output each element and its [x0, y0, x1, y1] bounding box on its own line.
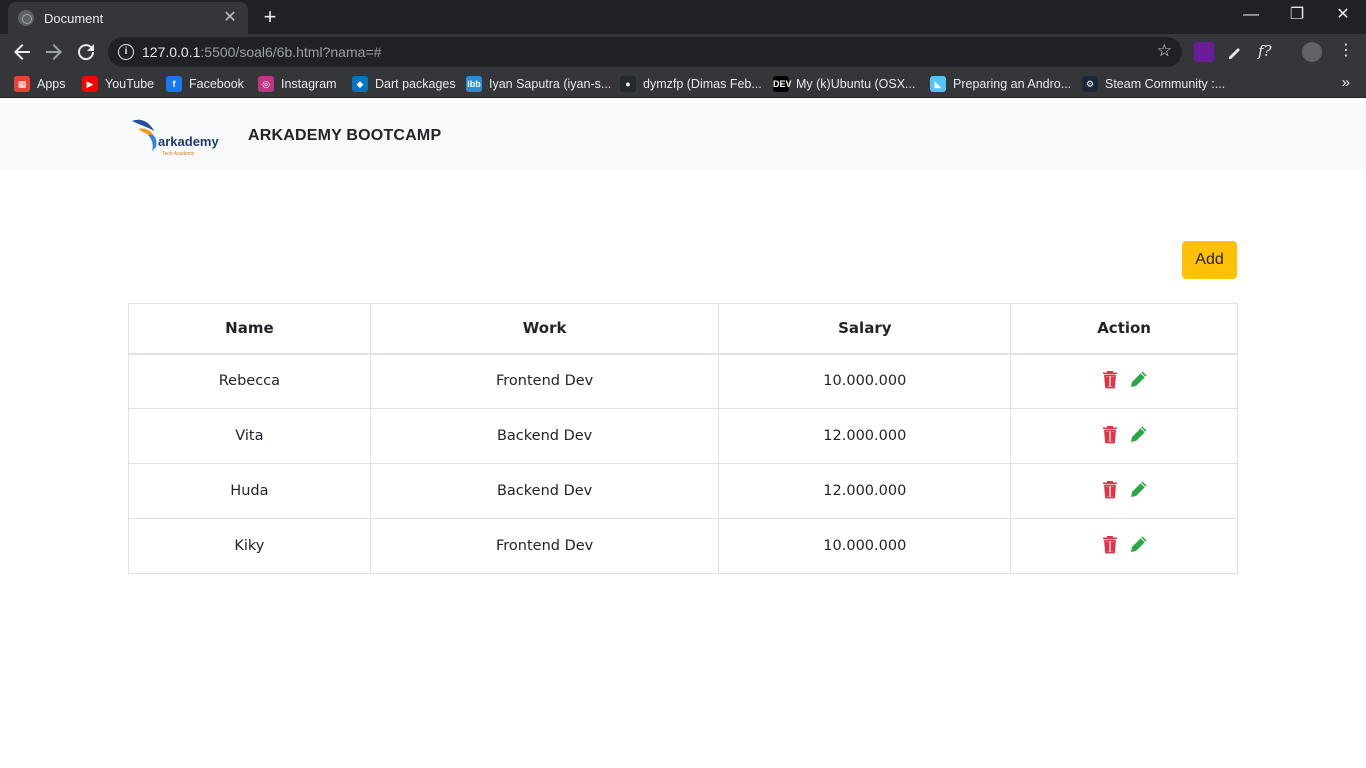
youtube-icon: ▶ [82, 76, 98, 92]
table-row: Rebecca Frontend Dev 10.000.000 [128, 353, 1238, 409]
cell-salary: 12.000.000 [718, 408, 1012, 464]
cell-action [1010, 463, 1238, 519]
trash-icon[interactable] [1100, 534, 1120, 554]
forward-arrow-icon [46, 44, 62, 60]
cell-work: Frontend Dev [369, 353, 720, 409]
bookmark-item[interactable]: ibb Iyan Saputra (iyan-s... [466, 76, 611, 92]
pen-extension-icon[interactable] [1226, 42, 1246, 62]
forward-button[interactable] [42, 40, 66, 64]
facebook-icon: f [166, 76, 182, 92]
bookmark-label: YouTube [105, 77, 155, 91]
bookmarks-bar: ▦ Apps ▶ YouTube f Facebook ◎ Instagram ◆ Dart pa… [0, 70, 1366, 98]
table-row: Kiky Frontend Dev 10.000.000 [128, 518, 1238, 574]
pencil-icon[interactable] [1129, 479, 1149, 499]
bookmark-item[interactable]: DEV My (k)Ubuntu (OSX... [773, 76, 915, 92]
bookmark-label: Facebook [189, 77, 244, 91]
extension-icon[interactable] [1194, 42, 1214, 62]
bookmark-label: Preparing an Andro... [953, 77, 1072, 91]
table-header-row: Name Work Salary Action [128, 303, 1238, 355]
bookmark-label: Instagram [281, 77, 337, 91]
trash-icon[interactable] [1100, 479, 1120, 499]
bookmark-label: Dart packages [375, 77, 456, 91]
dart-icon: ◆ [352, 76, 368, 92]
svg-text:Tech Academy: Tech Academy [162, 151, 195, 157]
table-row: Vita Backend Dev 12.000.000 [128, 408, 1238, 464]
header-salary: Salary [718, 303, 1012, 355]
site-navbar: arkademy Tech Academy ARKADEMY BOOTCAMP [0, 103, 1366, 169]
cell-name: Rebecca [128, 353, 371, 409]
arkademy-logo[interactable]: arkademy Tech Academy [128, 115, 220, 159]
new-tab-button[interactable]: + [258, 5, 282, 29]
reload-button[interactable] [74, 40, 98, 64]
header-work: Work [369, 303, 720, 355]
cell-salary: 12.000.000 [718, 463, 1012, 519]
bookmark-label: Apps [37, 77, 66, 91]
trash-icon[interactable] [1100, 424, 1120, 444]
bookmark-star-icon[interactable]: ☆ [1157, 41, 1172, 61]
font-extension-icon[interactable]: f? [1258, 42, 1278, 62]
add-button[interactable]: Add [1182, 241, 1237, 279]
address-bar[interactable]: i 127.0.0.1:5500/soal6/6b.html?nama=# ☆ [108, 37, 1182, 67]
pencil-icon[interactable] [1129, 424, 1149, 444]
svg-text:arkademy: arkademy [158, 134, 219, 149]
dev-icon: DEV [773, 76, 792, 92]
header-action: Action [1010, 303, 1238, 355]
steam-icon: ⚙ [1082, 76, 1098, 92]
url-text[interactable]: 127.0.0.1:5500/soal6/6b.html?nama=# [142, 44, 381, 60]
bookmark-label: dymzfp (Dimas Feb... [643, 77, 762, 91]
bookmark-item[interactable]: ▶ YouTube [82, 76, 154, 92]
cell-work: Backend Dev [369, 463, 720, 519]
cell-work: Backend Dev [369, 408, 720, 464]
pencil-icon[interactable] [1129, 534, 1149, 554]
close-tab-icon[interactable]: ✕ [222, 10, 238, 26]
back-arrow-icon [14, 44, 30, 60]
tab-title: Document [44, 10, 104, 26]
cell-name: Vita [128, 408, 371, 464]
apps-grid-icon: ▦ [14, 76, 30, 92]
bookmark-item[interactable]: ● dymzfp (Dimas Feb... [620, 76, 762, 92]
bookmark-item[interactable]: ⚙ Steam Community :... [1082, 76, 1225, 92]
cell-action [1010, 518, 1238, 574]
cell-salary: 10.000.000 [718, 353, 1012, 409]
bookmark-item[interactable]: f Facebook [166, 76, 244, 92]
trash-icon[interactable] [1100, 369, 1120, 389]
flutter-icon: ◣ [930, 76, 946, 92]
menu-kebab-icon[interactable]: ⋮ [1336, 42, 1356, 62]
header-name: Name [128, 303, 371, 355]
cell-name: Huda [128, 463, 371, 519]
browser-tab[interactable]: Document ✕ [8, 2, 248, 34]
profile-avatar[interactable] [1302, 42, 1322, 62]
brand-title[interactable]: ARKADEMY BOOTCAMP [248, 127, 441, 145]
globe-icon [18, 10, 34, 26]
employee-table: Name Work Salary Action Rebecca Frontend … [128, 303, 1238, 574]
cell-work: Frontend Dev [369, 518, 720, 574]
reload-icon [78, 44, 95, 61]
cell-name: Kiky [128, 518, 371, 574]
github-icon: ● [620, 76, 636, 92]
restore-button[interactable]: ❐ [1274, 0, 1320, 32]
bookmarks-overflow-icon[interactable]: » [1342, 74, 1350, 91]
ibb-icon: ibb [466, 76, 482, 92]
cell-action [1010, 408, 1238, 464]
bookmark-label: Iyan Saputra (iyan-s... [489, 77, 612, 91]
table-row: Huda Backend Dev 12.000.000 [128, 463, 1238, 519]
browser-titlebar: Document ✕ + — ❐ ✕ [0, 0, 1366, 34]
bookmark-item[interactable]: ▦ Apps [14, 76, 66, 92]
site-info-icon[interactable]: i [118, 44, 134, 60]
instagram-icon: ◎ [258, 76, 274, 92]
bookmark-item[interactable]: ◣ Preparing an Andro... [930, 76, 1071, 92]
close-window-button[interactable]: ✕ [1320, 0, 1366, 32]
bookmark-label: My (k)Ubuntu (OSX... [796, 77, 916, 91]
cell-salary: 10.000.000 [718, 518, 1012, 574]
back-button[interactable] [10, 40, 34, 64]
minimize-button[interactable]: — [1228, 0, 1274, 32]
bookmark-item[interactable]: ◎ Instagram [258, 76, 337, 92]
bookmark-item[interactable]: ◆ Dart packages [352, 76, 456, 92]
pencil-icon[interactable] [1129, 369, 1149, 389]
cell-action [1010, 353, 1238, 409]
bookmark-label: Steam Community :... [1105, 77, 1226, 91]
browser-toolbar: i 127.0.0.1:5500/soal6/6b.html?nama=# ☆ … [0, 34, 1366, 70]
